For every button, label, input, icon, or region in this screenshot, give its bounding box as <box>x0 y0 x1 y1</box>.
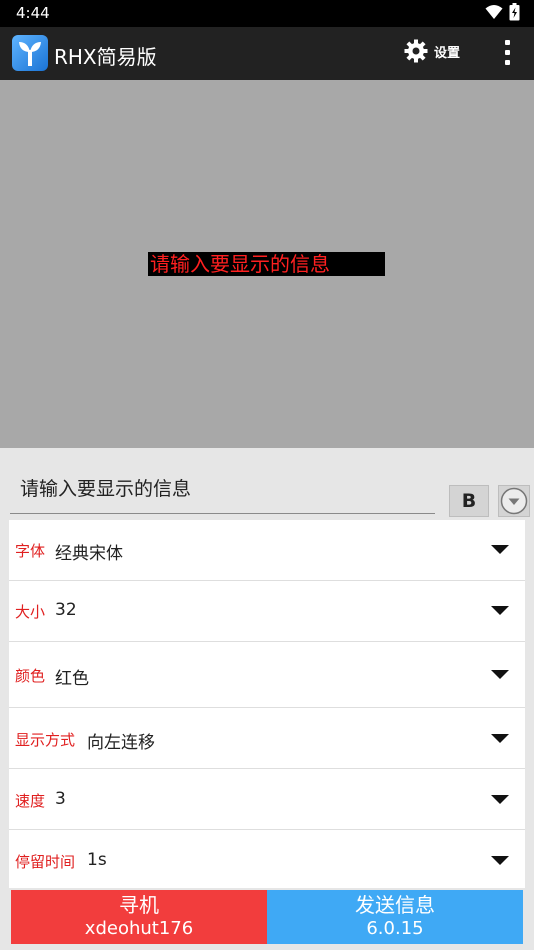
options-list: 字体 经典宋体 大小 32 颜色 红色 显示方式 向左连移 速度 3 停留时间 … <box>9 520 525 888</box>
display-mode-label: 显示方式 <box>15 731 76 749</box>
font-label: 字体 <box>15 542 46 560</box>
dropdown-arrow-icon <box>491 606 509 615</box>
version-label: 6.0.15 <box>366 918 424 939</box>
send-message-label: 发送信息 <box>355 893 435 917</box>
preview-area: 请输入要显示的信息 <box>0 80 534 448</box>
send-message-button[interactable]: 发送信息 6.0.15 <box>267 890 523 944</box>
display-mode-selector[interactable]: 显示方式 向左连移 <box>9 708 525 769</box>
dropdown-arrow-icon <box>491 545 509 554</box>
speed-value: 3 <box>55 789 66 809</box>
font-value: 经典宋体 <box>55 544 123 564</box>
gear-icon <box>404 39 428 63</box>
size-selector[interactable]: 大小 32 <box>9 581 525 642</box>
settings-button[interactable]: 设置 <box>404 39 460 63</box>
size-value: 32 <box>55 600 77 620</box>
font-selector[interactable]: 字体 经典宋体 <box>9 520 525 581</box>
dropdown-arrow-icon <box>491 856 509 865</box>
chevron-down-circle-icon <box>500 487 528 515</box>
find-device-label: 寻机 <box>119 893 159 917</box>
device-id: xdeohut176 <box>84 918 194 939</box>
speed-selector[interactable]: 速度 3 <box>9 769 525 830</box>
status-bar: 4:44 <box>0 0 534 27</box>
speed-label: 速度 <box>15 792 46 810</box>
color-label: 颜色 <box>15 667 46 685</box>
dwell-time-value: 1s <box>87 850 107 870</box>
wifi-icon <box>485 5 503 19</box>
dwell-time-label: 停留时间 <box>15 853 76 871</box>
dropdown-arrow-icon <box>491 734 509 743</box>
display-mode-value: 向左连移 <box>87 733 155 753</box>
find-device-button[interactable]: 寻机 xdeohut176 <box>11 890 267 944</box>
app-bar: RHX简易版 设置 <box>0 27 534 80</box>
battery-icon <box>509 3 520 21</box>
size-label: 大小 <box>15 603 46 621</box>
dropdown-arrow-icon <box>491 795 509 804</box>
status-time: 4:44 <box>16 4 50 22</box>
dwell-time-selector[interactable]: 停留时间 1s <box>9 830 525 888</box>
app-logo-icon <box>12 35 48 71</box>
preview-text: 请输入要显示的信息 <box>148 252 385 276</box>
expand-button[interactable] <box>498 485 530 517</box>
message-input[interactable] <box>10 462 435 514</box>
dropdown-arrow-icon <box>491 670 509 679</box>
app-title: RHX简易版 <box>54 45 157 69</box>
color-selector[interactable]: 颜色 红色 <box>9 642 525 708</box>
settings-label: 设置 <box>434 45 461 61</box>
status-icons <box>485 3 520 21</box>
more-options-icon[interactable] <box>502 40 512 68</box>
color-value: 红色 <box>55 669 89 689</box>
bold-button[interactable]: B <box>449 485 489 517</box>
